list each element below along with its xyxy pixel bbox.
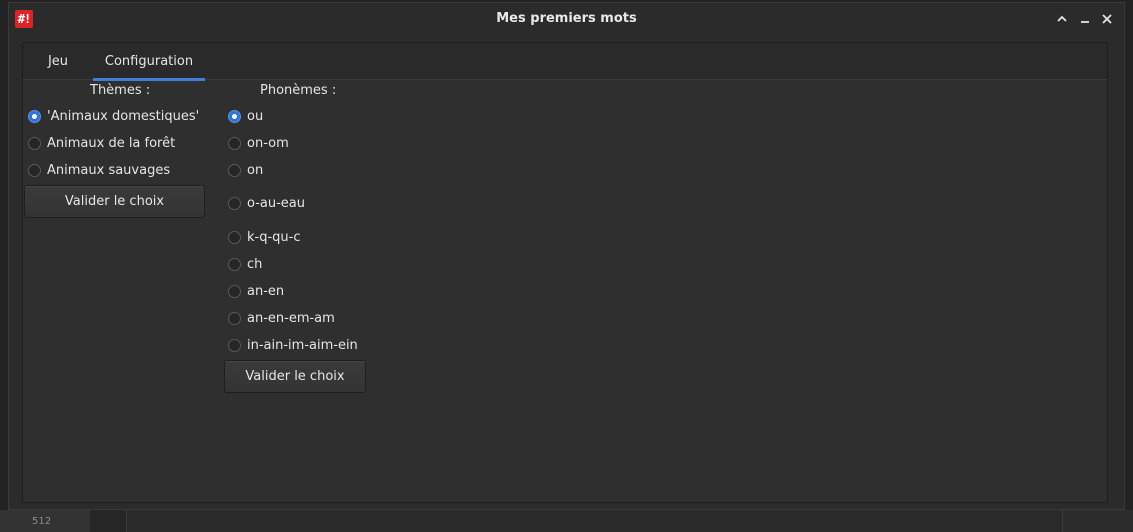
phoneme-option-on[interactable]: on [228, 160, 263, 180]
background-line-number: 512 [32, 516, 52, 527]
tab-configuration[interactable]: Configuration [93, 43, 205, 81]
theme-option-label: Animaux sauvages [47, 162, 171, 178]
phoneme-option-k-q-qu-c[interactable]: k-q-qu-c [228, 227, 301, 247]
window-title: Mes premiers mots [496, 11, 637, 26]
radio-button[interactable] [228, 230, 241, 244]
phoneme-option-label: an-en [247, 283, 285, 299]
radio-button-checked[interactable] [28, 109, 41, 123]
phoneme-option-label: o-au-eau [247, 195, 305, 211]
phoneme-option-on-om[interactable]: on-om [228, 133, 289, 153]
phoneme-option-label: ou [247, 108, 264, 124]
phoneme-option-in-ain-im-aim-ein[interactable]: in-ain-im-aim-ein [228, 335, 358, 355]
radio-button[interactable] [228, 338, 241, 352]
phoneme-option-label: an-en-em-am [247, 310, 335, 326]
maximize-button[interactable] [1053, 10, 1071, 28]
tab-jeu[interactable]: Jeu [33, 43, 83, 80]
validate-theme-button[interactable]: Valider le choix [24, 185, 205, 218]
theme-option-label: 'Animaux domestiques' [47, 108, 200, 124]
phoneme-option-an-en[interactable]: an-en [228, 281, 284, 301]
radio-button[interactable] [228, 284, 241, 298]
background-line-gutter: 512 [0, 510, 91, 532]
validate-phoneme-button[interactable]: Valider le choix [224, 360, 366, 393]
phoneme-option-label: in-ain-im-aim-ein [247, 337, 358, 353]
phonemes-title: Phonèmes : [260, 83, 337, 98]
background-column [90, 510, 127, 532]
app-window: #! Mes premiers mots Jeu Configuration T… [8, 2, 1125, 510]
radio-button[interactable] [228, 257, 241, 271]
main-panel: Jeu Configuration Thèmes : 'Animaux dome… [22, 42, 1108, 503]
phoneme-option-label: ch [247, 256, 263, 272]
radio-button[interactable] [228, 136, 241, 150]
themes-title: Thèmes : [90, 83, 151, 98]
radio-button[interactable] [228, 163, 241, 177]
radio-button[interactable] [228, 196, 241, 210]
theme-option-animaux-foret[interactable]: Animaux de la forêt [28, 133, 175, 153]
theme-option-animaux-domestiques[interactable]: 'Animaux domestiques' [28, 106, 199, 126]
radio-button-checked[interactable] [228, 109, 241, 123]
minimize-button[interactable] [1076, 10, 1094, 28]
phoneme-option-label: on-om [247, 135, 289, 151]
phoneme-option-o-au-eau[interactable]: o-au-eau [228, 193, 305, 213]
chevron-up-icon [1057, 15, 1067, 22]
phoneme-option-label: k-q-qu-c [247, 229, 301, 245]
radio-button[interactable] [228, 311, 241, 325]
phoneme-option-label: on [247, 162, 264, 178]
theme-option-label: Animaux de la forêt [47, 135, 176, 151]
phoneme-option-ch[interactable]: ch [228, 254, 262, 274]
background-editor-strip [0, 510, 1133, 532]
close-button[interactable] [1098, 10, 1116, 28]
phoneme-option-an-en-em-am[interactable]: an-en-em-am [228, 308, 335, 328]
radio-button[interactable] [28, 163, 41, 177]
tab-bar: Jeu Configuration [23, 43, 1107, 81]
close-icon [1102, 14, 1112, 24]
theme-option-animaux-sauvages[interactable]: Animaux sauvages [28, 160, 170, 180]
radio-button[interactable] [28, 136, 41, 150]
phoneme-option-ou[interactable]: ou [228, 106, 263, 126]
background-column-right [1062, 510, 1133, 532]
minimize-icon [1081, 21, 1089, 23]
title-bar[interactable]: #! Mes premiers mots [9, 3, 1124, 35]
